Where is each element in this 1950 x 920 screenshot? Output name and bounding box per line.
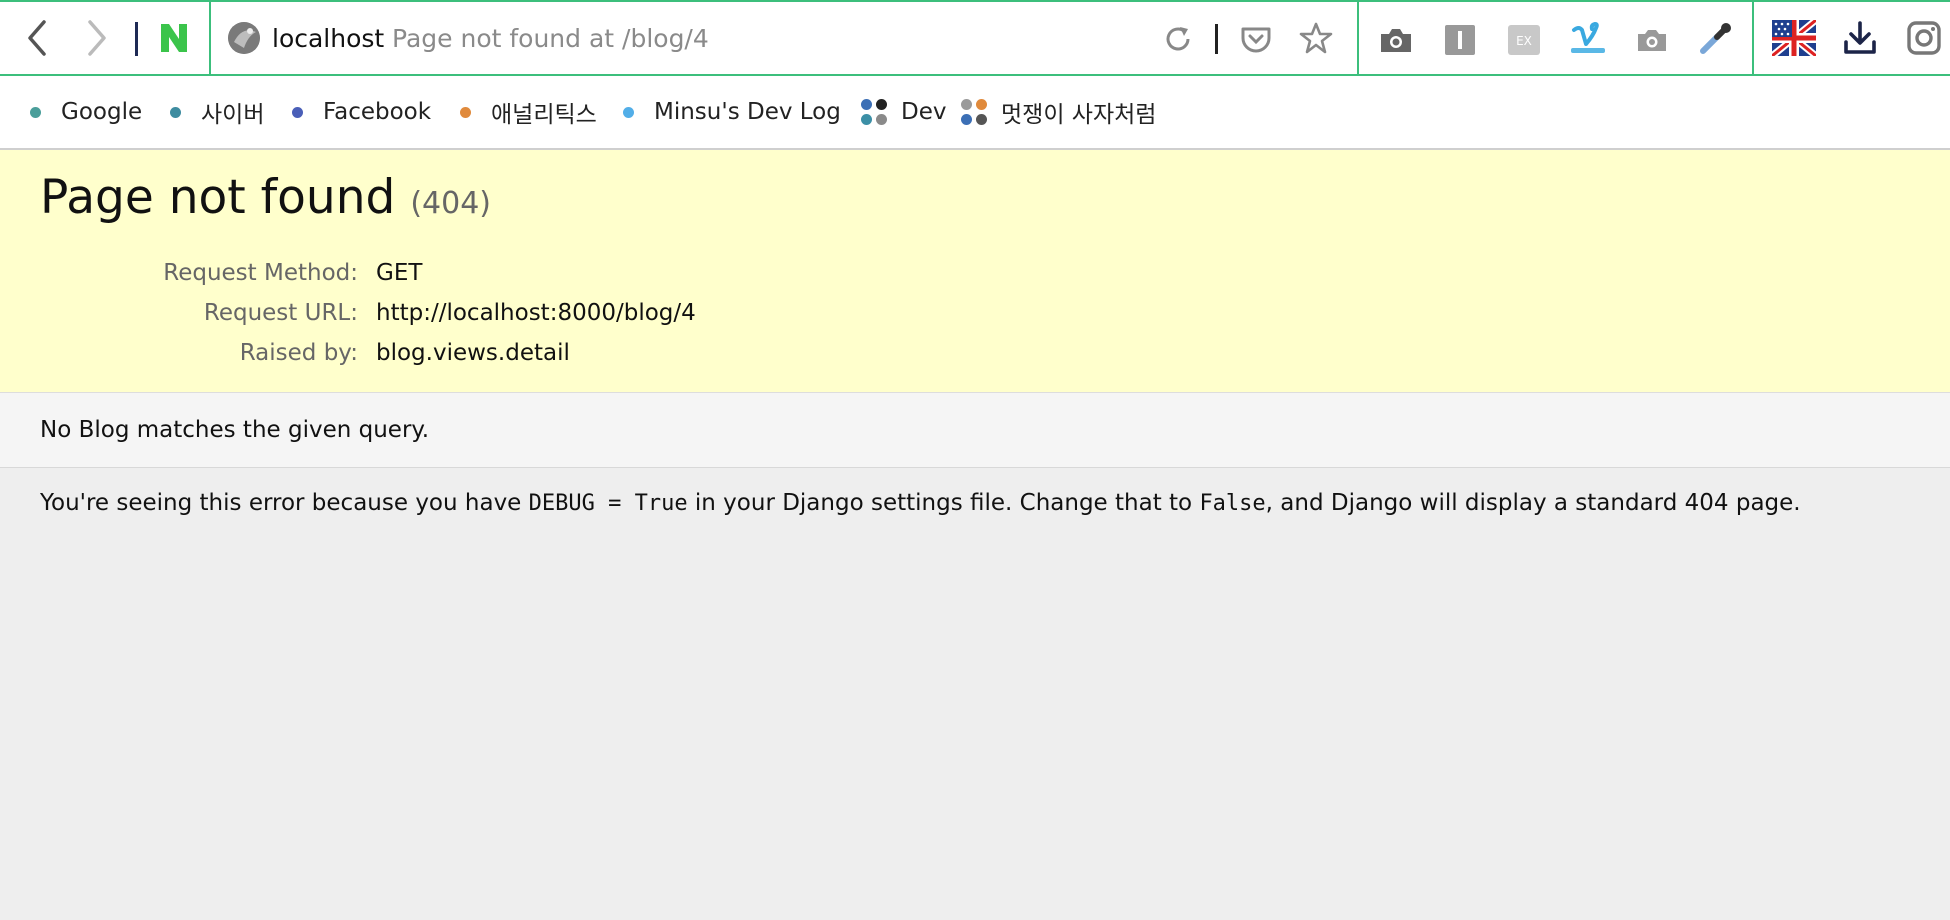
bookmark-dot-icon <box>460 106 471 118</box>
bookmark-dot-icon <box>623 106 634 118</box>
eyedropper-icon[interactable] <box>1696 18 1736 58</box>
screenshot-icon[interactable] <box>1632 20 1672 60</box>
bookmark-label: Minsu's Dev Log <box>654 99 841 125</box>
explanation-text: You're seeing this error because you hav… <box>40 490 529 516</box>
back-arrow-icon[interactable] <box>18 16 54 60</box>
naver-n-logo[interactable] <box>154 18 194 58</box>
meta-value: GET <box>376 260 423 286</box>
address-host[interactable]: localhost <box>272 24 384 54</box>
camera-icon[interactable] <box>1376 20 1416 60</box>
browser-toolbar: localhost Page not found at /blog/4 EX <box>0 0 1950 76</box>
svg-text:EX: EX <box>1516 34 1532 48</box>
address-page-title[interactable]: Page not found at /blog/4 <box>392 24 709 54</box>
folder-icon <box>861 99 887 125</box>
vimeo-icon[interactable] <box>1568 18 1608 58</box>
meta-key: Raised by: <box>239 340 358 366</box>
download-icon[interactable] <box>1840 18 1880 58</box>
bookmark-label: 애널리틱스 <box>491 102 597 128</box>
ex-icon[interactable]: EX <box>1504 20 1544 60</box>
bookmark-label: Facebook <box>323 99 432 125</box>
error-title: Page not found <box>40 170 396 225</box>
toolbar-separator <box>1752 2 1754 74</box>
site-favicon <box>228 22 260 54</box>
bookmark-dot-icon <box>30 106 41 118</box>
bookmark-label: 멋쟁이 사자처럼 <box>1001 102 1157 128</box>
toolbar-divider <box>135 22 138 56</box>
pocket-icon[interactable] <box>1236 20 1276 60</box>
bookmark-google[interactable]: Google <box>30 76 142 148</box>
meta-key: Request Method: <box>163 260 358 286</box>
meta-value: http://localhost:8000/blog/4 <box>376 300 696 326</box>
toolbar-separator <box>1357 2 1359 74</box>
explanation-text: in your Django settings file. Change tha… <box>687 490 1200 516</box>
meta-value: blog.views.detail <box>376 340 570 366</box>
bookmark-folder-likelion[interactable]: 멋쟁이 사자처럼 <box>961 76 1156 148</box>
error-summary: Page not found (404) Request Method: GET… <box>0 150 1950 393</box>
reload-icon[interactable] <box>1158 20 1198 58</box>
false-value-code: False <box>1199 491 1266 516</box>
bookmarks-bar: Google 사이버 Facebook 애널리틱스 Minsu's Dev Lo… <box>0 76 1950 150</box>
star-icon[interactable] <box>1296 18 1336 58</box>
toolbar-divider <box>1215 24 1218 54</box>
bookmark-dev-log[interactable]: Minsu's Dev Log <box>623 76 841 148</box>
meta-key: Request URL: <box>203 300 358 326</box>
bookmark-cyber[interactable]: 사이버 <box>170 76 264 148</box>
explanation-text: , and Django will display a standard 404… <box>1265 490 1801 516</box>
status-code: (404) <box>410 186 491 221</box>
bookmark-label: 사이버 <box>201 102 265 128</box>
page-title: Page not found (404) <box>40 168 491 234</box>
bookmark-label: Google <box>61 99 143 125</box>
instagram-icon[interactable] <box>1904 18 1944 58</box>
forward-arrow-icon[interactable] <box>80 16 116 60</box>
debug-setting-code: DEBUG = True <box>528 491 688 516</box>
debug-explanation: You're seeing this error because you hav… <box>40 485 1801 522</box>
bookmark-folder-dev[interactable]: Dev <box>861 76 946 148</box>
bookmark-dot-icon <box>292 106 303 118</box>
reader-icon[interactable] <box>1440 20 1480 60</box>
flag-uk-us-icon[interactable] <box>1770 18 1818 58</box>
folder-icon <box>961 99 987 125</box>
bookmark-analytics[interactable]: 애널리틱스 <box>460 76 597 148</box>
bookmark-dot-icon <box>170 106 181 118</box>
bookmark-facebook[interactable]: Facebook <box>292 76 431 148</box>
error-message: No Blog matches the given query. <box>40 417 430 443</box>
bookmark-label: Dev <box>901 99 947 125</box>
error-info: No Blog matches the given query. <box>0 393 1950 468</box>
